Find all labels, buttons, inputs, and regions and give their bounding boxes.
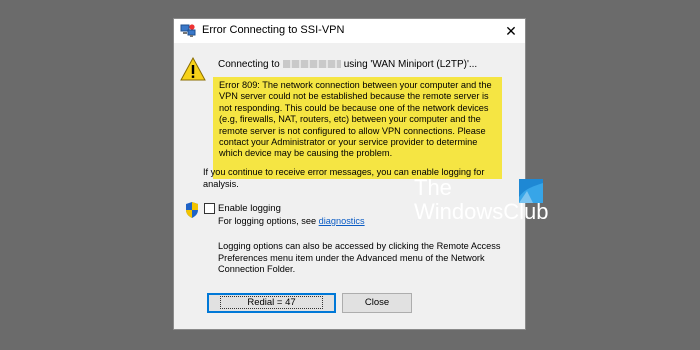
title-bar[interactable]: Error Connecting to SSI-VPN ✕ [174, 19, 525, 43]
diagnostics-link[interactable]: diagnostics [319, 216, 365, 226]
redial-button[interactable]: Redial = 47 [207, 293, 336, 313]
watermark-line1: The [414, 175, 452, 200]
close-icon[interactable]: ✕ [501, 21, 521, 41]
uac-shield-icon [186, 202, 198, 218]
window-title: Error Connecting to SSI-VPN [202, 24, 345, 36]
logging-options-text: For logging options, see diagnostics [218, 216, 365, 226]
connecting-message: Connecting to using 'WAN Miniport (L2TP)'… [218, 59, 477, 70]
warning-icon [180, 57, 206, 81]
connecting-prefix: Connecting to [218, 59, 280, 70]
redial-button-label: Redial = 47 [220, 296, 323, 309]
close-button[interactable]: Close [342, 293, 412, 313]
connecting-suffix: using 'WAN Miniport (L2TP)'... [343, 59, 478, 70]
logging-info-text: Logging options can also be accessed by … [218, 241, 501, 274]
error-message: Error 809: The network connection betwee… [213, 77, 502, 179]
enable-logging-label[interactable]: Enable logging [218, 203, 281, 214]
network-connection-icon [180, 24, 196, 37]
logging-options-prefix: For logging options, see [218, 216, 317, 226]
vpn-error-dialog: Error Connecting to SSI-VPN ✕ Connecting… [173, 18, 526, 330]
enable-logging-checkbox[interactable] [204, 203, 215, 214]
windows-logo-icon [519, 179, 543, 203]
continue-message: If you continue to receive error message… [203, 167, 485, 189]
redacted-server-address [282, 60, 341, 69]
